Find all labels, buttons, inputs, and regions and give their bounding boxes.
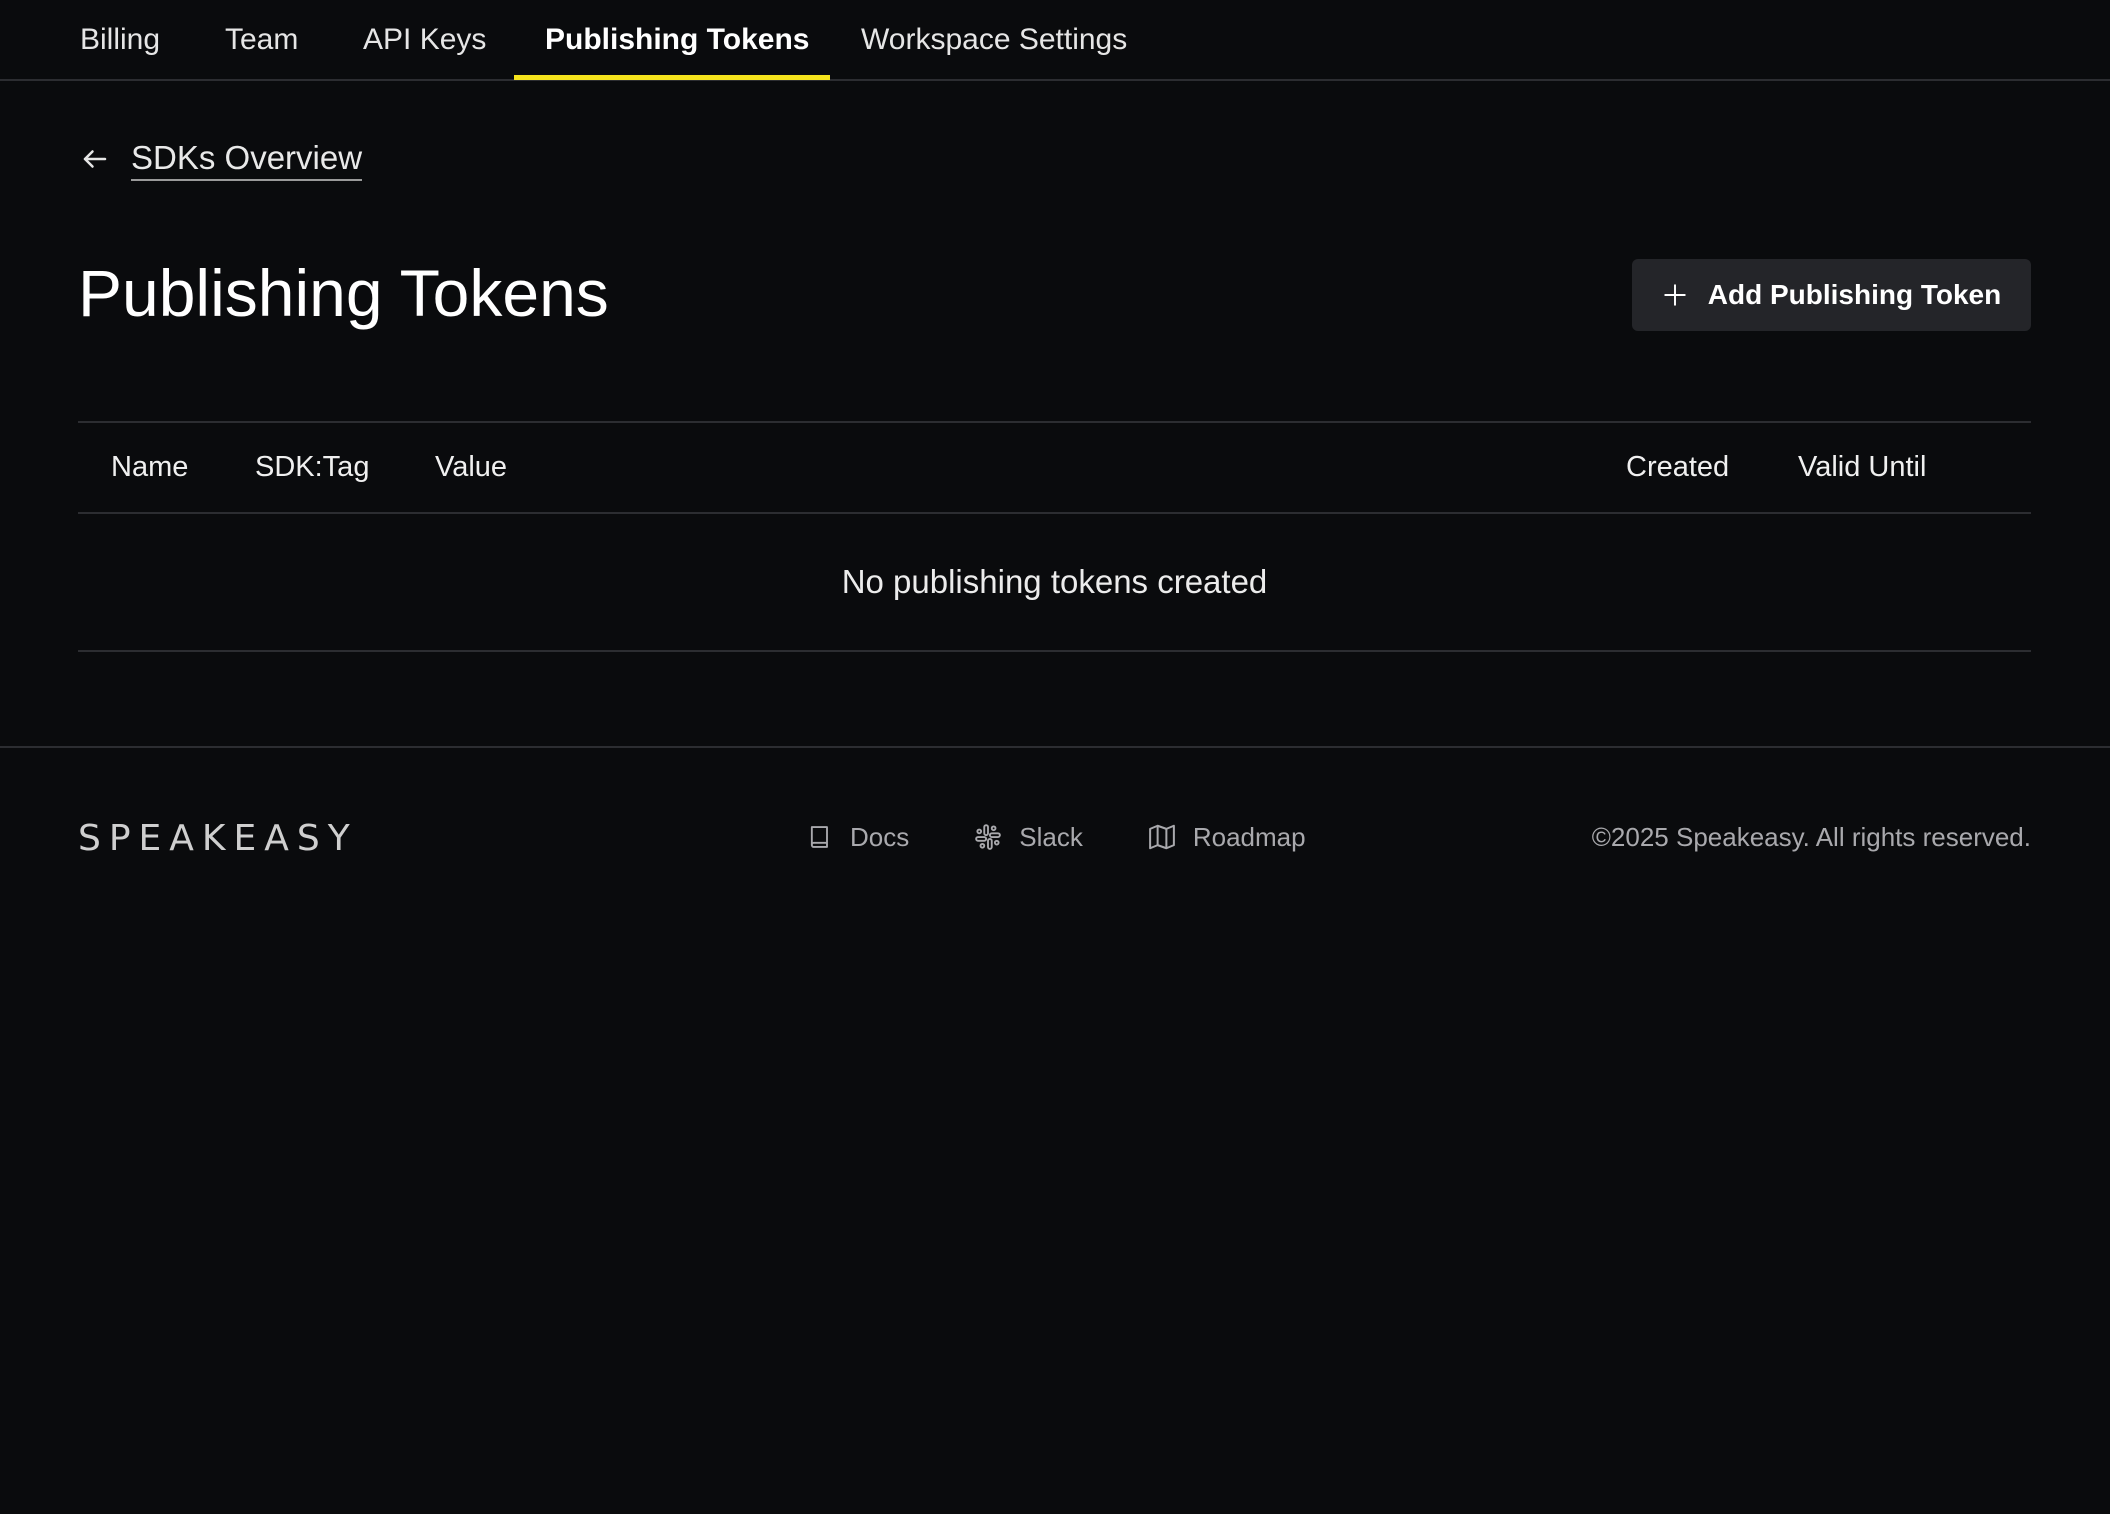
- publishing-tokens-table: Name SDK:Tag Value Created Valid Until N…: [78, 421, 2031, 652]
- footer-link-docs[interactable]: Docs: [806, 822, 909, 853]
- add-publishing-token-button[interactable]: Add Publishing Token: [1632, 259, 2031, 331]
- tab-workspace-settings[interactable]: Workspace Settings: [861, 0, 1127, 81]
- column-header-sdk-tag: SDK:Tag: [255, 451, 370, 483]
- docs-link-label: Docs: [850, 821, 910, 852]
- copyright-text: ©2025 Speakeasy. All rights reserved.: [1591, 822, 2031, 852]
- roadmap-link-label: Roadmap: [1192, 821, 1306, 852]
- map-icon: [1147, 822, 1193, 852]
- footer-links: Docs Slack Roadmap: [806, 816, 1370, 858]
- footer: SPEAKEASY Docs Slack Roadmap ©2025 Speak…: [0, 746, 2110, 918]
- table-empty-state: No publishing tokens created: [78, 514, 2031, 652]
- active-tab-indicator: [514, 75, 830, 80]
- column-header-valid-until: Valid Until: [1798, 451, 1927, 483]
- back-link-label[interactable]: SDKs Overview: [131, 138, 363, 181]
- tab-team[interactable]: Team: [225, 0, 298, 81]
- slack-icon: [973, 822, 1019, 852]
- column-header-created: Created: [1626, 451, 1730, 483]
- slack-link-label: Slack: [1019, 821, 1083, 852]
- footer-link-roadmap[interactable]: Roadmap: [1147, 822, 1306, 853]
- add-button-label: Add Publishing Token: [1707, 279, 2002, 310]
- top-tab-nav: Billing Team API Keys Publishing Tokens …: [0, 0, 2110, 81]
- tab-billing[interactable]: Billing: [80, 0, 160, 81]
- book-icon: [806, 822, 850, 852]
- table-header-row: Name SDK:Tag Value Created Valid Until: [78, 423, 2031, 514]
- page-title: Publishing Tokens: [78, 256, 609, 330]
- tab-api-keys[interactable]: API Keys: [363, 0, 486, 81]
- tab-publishing-tokens[interactable]: Publishing Tokens: [545, 0, 809, 81]
- arrow-left-icon: [80, 144, 110, 174]
- empty-state-message: No publishing tokens created: [841, 563, 1268, 600]
- plus-icon: [1662, 282, 1708, 308]
- back-link-sdks-overview[interactable]: SDKs Overview: [80, 138, 363, 181]
- speakeasy-logo[interactable]: SPEAKEASY: [78, 818, 358, 859]
- footer-link-slack[interactable]: Slack: [973, 822, 1083, 853]
- column-header-name: Name: [111, 451, 189, 483]
- column-header-value: Value: [435, 451, 508, 483]
